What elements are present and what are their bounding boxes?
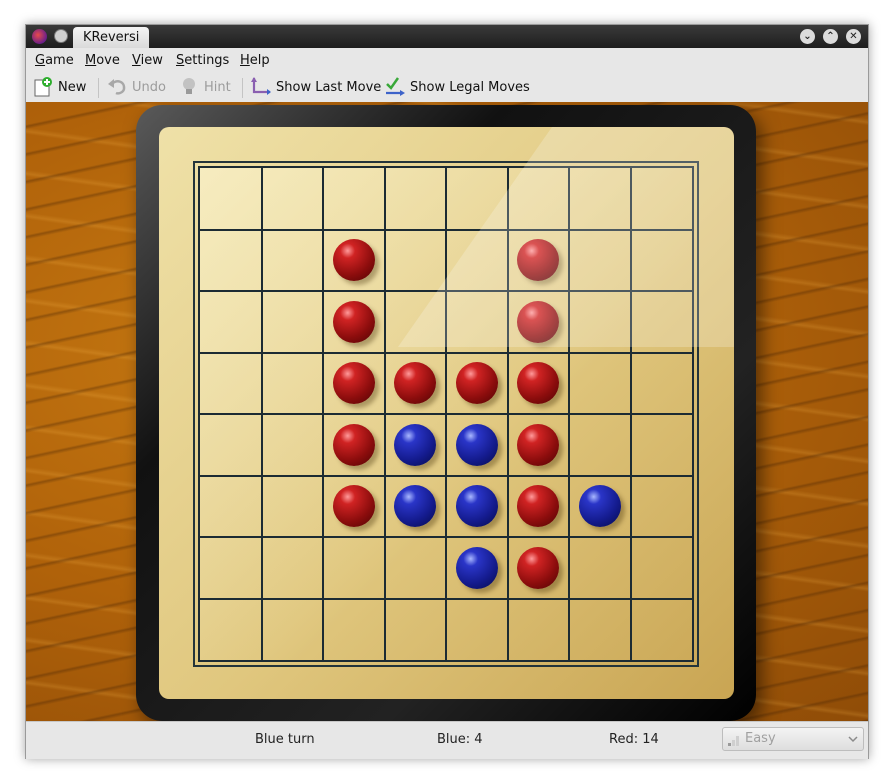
show-last-move-label: Show Last Move xyxy=(276,79,382,95)
minimize-icon[interactable]: ⌄ xyxy=(800,29,815,44)
red-disc xyxy=(332,300,375,343)
board-grid-line xyxy=(506,168,509,660)
toolbar: New Undo Hint Show Last Move Show Legal … xyxy=(26,72,868,102)
red-disc xyxy=(332,423,375,466)
board-grid-line xyxy=(200,413,692,415)
difficulty-select[interactable]: Easy xyxy=(722,727,864,751)
red-disc xyxy=(394,362,437,405)
red-score: Red: 14 xyxy=(609,732,659,747)
red-disc xyxy=(517,239,560,282)
menu-settings[interactable]: Settings xyxy=(176,53,229,68)
show-legal-moves-button[interactable]: Show Legal Moves xyxy=(384,76,530,98)
game-area xyxy=(26,102,868,721)
blue-disc xyxy=(394,485,437,528)
toolbar-separator xyxy=(242,78,243,98)
blue-disc xyxy=(394,423,437,466)
red-disc xyxy=(332,362,375,405)
red-disc xyxy=(517,300,560,343)
title-bar[interactable]: KReversi ⌄ ⌃ ✕ xyxy=(26,25,868,48)
turn-indicator: Blue turn xyxy=(255,732,315,747)
toolbar-separator xyxy=(98,78,99,98)
blue-disc xyxy=(578,485,621,528)
menu-view[interactable]: View xyxy=(132,53,163,68)
red-disc xyxy=(517,485,560,528)
board-grid-line xyxy=(200,597,692,600)
board-frame xyxy=(136,105,756,721)
show-last-move-icon xyxy=(250,76,272,98)
board-grid-line xyxy=(568,168,570,660)
board-grid-line xyxy=(200,474,692,477)
undo-label: Undo xyxy=(132,79,166,95)
blue-disc xyxy=(455,546,498,589)
red-disc xyxy=(455,362,498,405)
red-disc xyxy=(517,423,560,466)
red-disc xyxy=(332,239,375,282)
board-grid-line xyxy=(629,168,632,660)
close-icon[interactable]: ✕ xyxy=(846,29,861,44)
undo-button[interactable]: Undo xyxy=(106,76,166,98)
window-menu-icon[interactable] xyxy=(54,29,68,43)
board-grid-line xyxy=(200,536,692,538)
show-last-move-button[interactable]: Show Last Move xyxy=(250,76,381,98)
show-legal-moves-label: Show Legal Moves xyxy=(410,79,530,95)
blue-score: Blue: 4 xyxy=(437,732,483,747)
chevron-down-icon xyxy=(848,736,858,743)
red-disc xyxy=(517,362,560,405)
hint-button[interactable]: Hint xyxy=(178,76,231,98)
kreversi-window: KReversi ⌄ ⌃ ✕ Game Move View Settings H… xyxy=(25,24,869,759)
lightbulb-icon xyxy=(178,76,200,98)
red-disc xyxy=(332,485,375,528)
new-label: New xyxy=(58,79,87,95)
difficulty-value: Easy xyxy=(745,731,776,746)
game-board[interactable] xyxy=(193,161,699,667)
blue-disc xyxy=(455,485,498,528)
status-bar: Blue turn Blue: 4 Red: 14 Easy xyxy=(26,721,868,759)
new-document-icon xyxy=(32,76,54,98)
blue-disc xyxy=(455,423,498,466)
window-title: KReversi xyxy=(73,27,150,48)
undo-icon xyxy=(106,76,128,98)
menu-help[interactable]: Help xyxy=(240,53,270,68)
maximize-icon[interactable]: ⌃ xyxy=(823,29,838,44)
menu-game[interactable]: Game xyxy=(35,53,74,68)
red-disc xyxy=(517,546,560,589)
board-grid[interactable] xyxy=(198,166,694,662)
kreversi-app-icon[interactable] xyxy=(32,29,47,44)
menu-bar: Game Move View Settings Help xyxy=(26,48,868,72)
new-game-button[interactable]: New xyxy=(32,76,86,98)
show-legal-moves-icon xyxy=(384,76,406,98)
menu-move[interactable]: Move xyxy=(85,53,120,68)
difficulty-level-icon xyxy=(728,736,739,746)
hint-label: Hint xyxy=(204,79,231,95)
